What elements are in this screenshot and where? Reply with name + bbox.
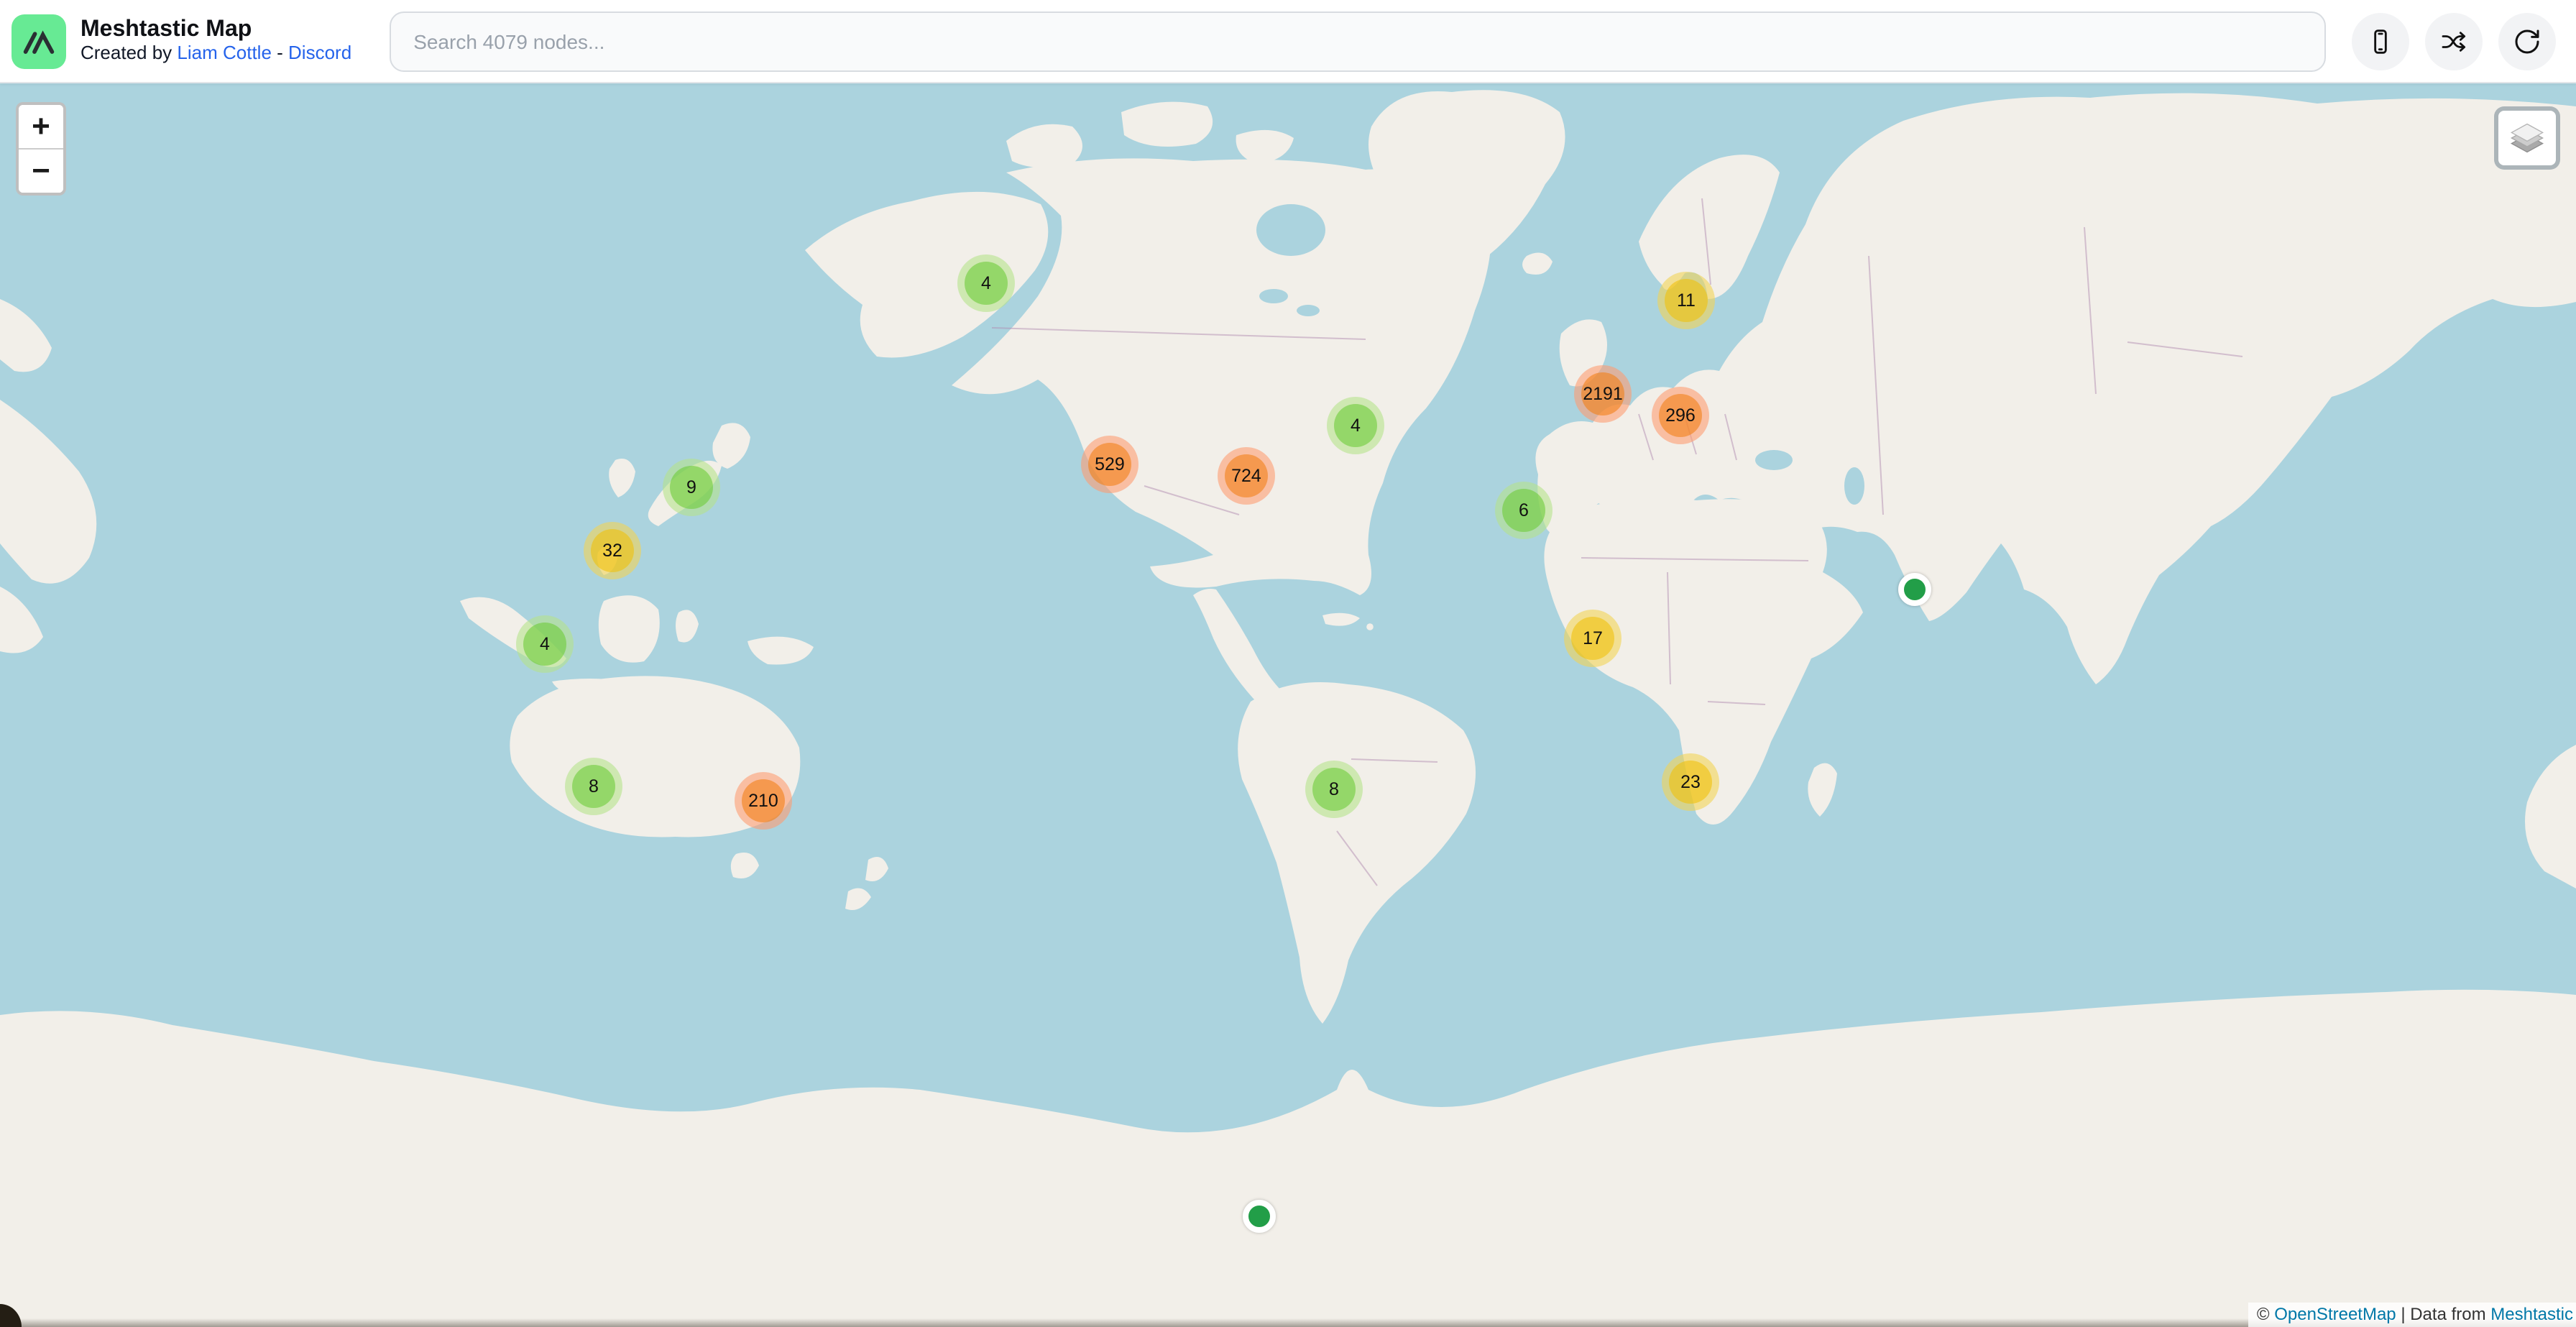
cluster-marker[interactable]: 32 [584,522,641,579]
map-attribution: © OpenStreetMap | Data from Meshtastic [2248,1303,2576,1327]
random-node-button[interactable] [2425,12,2483,70]
cluster-count: 4 [523,623,566,666]
refresh-button[interactable] [2498,12,2556,70]
cluster-marker[interactable]: 6 [1495,482,1552,539]
zoom-control: + − [16,102,66,196]
cluster-count: 23 [1669,761,1712,804]
cluster-count: 17 [1571,617,1614,660]
cluster-count: 32 [591,529,634,572]
map-canvas[interactable]: + − © OpenStreetMap | Data from Meshtast… [0,83,2576,1327]
meshtastic-logo-icon [12,14,66,68]
zoom-in-button[interactable]: + [19,105,63,148]
cluster-count: 296 [1659,394,1702,437]
cluster-marker[interactable]: 9 [663,459,720,516]
openstreetmap-link[interactable]: OpenStreetMap [2274,1304,2396,1324]
cluster-marker[interactable]: 4 [1327,397,1384,454]
header-bar: Meshtastic Map Created by Liam Cottle - … [0,0,2576,83]
byline: Created by Liam Cottle - Discord [80,43,351,65]
zoom-out-button[interactable]: − [19,148,63,193]
attribution-copyright: © [2257,1304,2274,1324]
cluster-count: 2191 [1581,372,1624,415]
cluster-count: 8 [572,765,615,808]
refresh-icon [2513,27,2542,55]
cluster-count: 9 [670,466,713,509]
author-link[interactable]: Liam Cottle [177,42,272,63]
meshtastic-link[interactable]: Meshtastic [2490,1304,2573,1324]
cluster-count: 529 [1088,443,1131,486]
cluster-marker[interactable]: 529 [1081,436,1138,493]
title-block: Meshtastic Map Created by Liam Cottle - … [80,17,351,65]
byline-separator: - [272,42,288,63]
cluster-marker[interactable]: 210 [735,772,792,830]
cluster-marker[interactable]: 17 [1564,610,1622,667]
cluster-count: 210 [742,779,785,822]
discord-link[interactable]: Discord [288,42,351,63]
shuffle-icon [2439,27,2468,55]
cluster-marker[interactable]: 724 [1218,447,1275,505]
cluster-count: 4 [1334,404,1377,447]
world-map-tiles [0,83,2576,1327]
cluster-marker[interactable]: 11 [1657,272,1715,329]
cluster-count: 8 [1312,768,1356,811]
attribution-middle: | Data from [2396,1304,2491,1324]
search-input[interactable] [389,11,2326,71]
cluster-marker[interactable]: 4 [957,254,1015,312]
cluster-marker[interactable]: 2191 [1574,365,1632,423]
search-wrap [389,11,2326,71]
cluster-marker[interactable]: 8 [565,758,622,815]
map-edge-shade [0,1318,2576,1327]
header-actions [2352,12,2556,70]
layers-control-button[interactable] [2494,106,2560,170]
cluster-marker[interactable]: 296 [1652,387,1709,444]
mobile-app-button[interactable] [2352,12,2409,70]
mobile-icon [2366,27,2395,55]
layers-icon [2508,121,2546,155]
cluster-count: 4 [965,262,1008,305]
cluster-count: 724 [1225,454,1268,497]
cluster-count: 11 [1665,279,1708,322]
byline-prefix: Created by [80,42,177,63]
page-title: Meshtastic Map [80,17,351,44]
app-window: Meshtastic Map Created by Liam Cottle - … [0,0,2576,1327]
cluster-marker[interactable]: 4 [516,615,574,673]
node-marker[interactable] [1243,1200,1276,1233]
node-marker[interactable] [1898,573,1931,606]
cluster-marker[interactable]: 23 [1662,753,1719,811]
cluster-marker[interactable]: 8 [1305,761,1363,818]
cluster-count: 6 [1502,489,1545,532]
